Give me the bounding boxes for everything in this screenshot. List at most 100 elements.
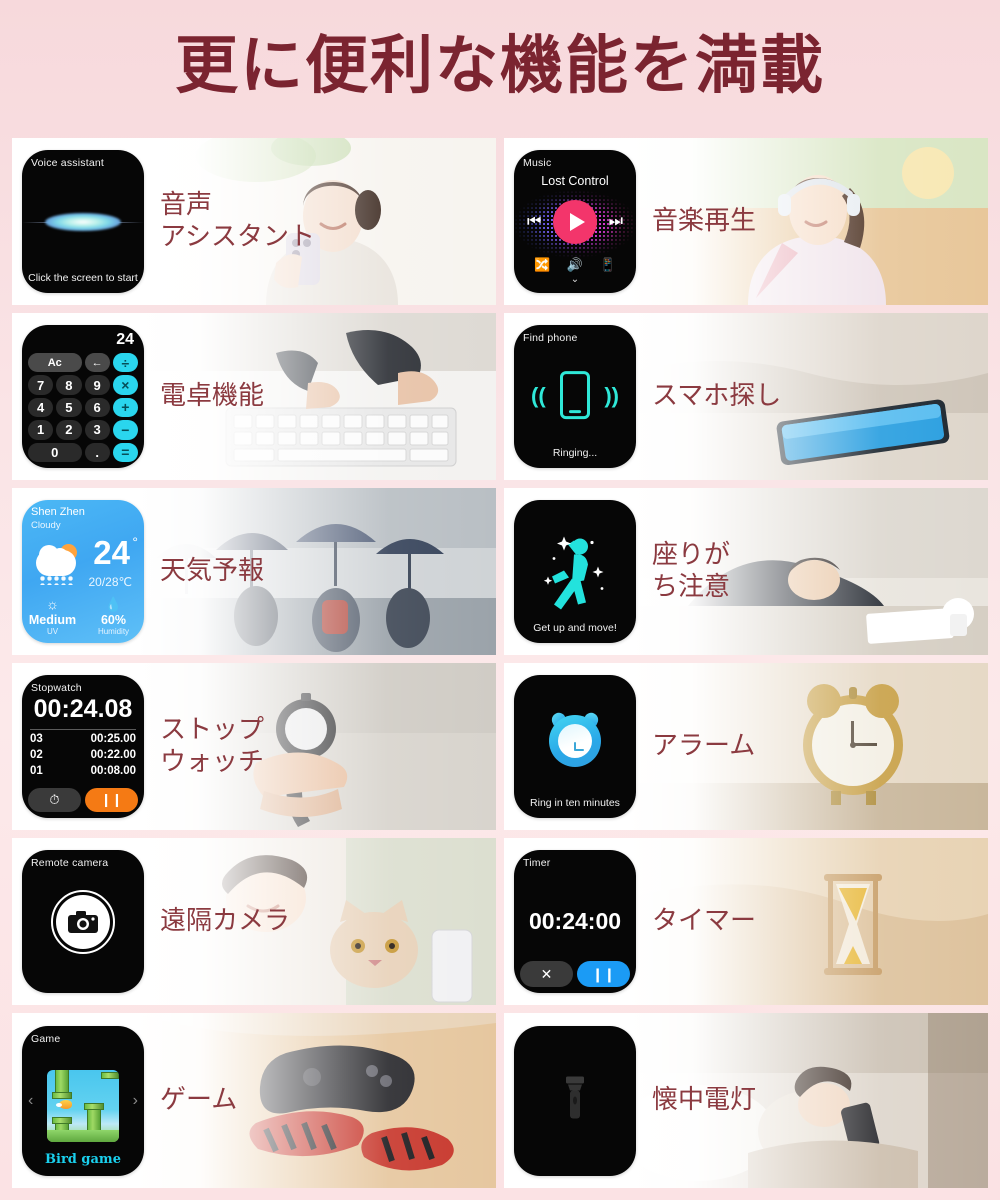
calc-key-0[interactable]: 0 xyxy=(28,442,82,462)
weather-city: Shen Zhen xyxy=(31,506,85,518)
screen-title: Voice assistant xyxy=(31,157,105,169)
next-game-icon[interactable]: › xyxy=(133,1092,138,1110)
uv-caption: UV xyxy=(46,627,59,636)
feature-grid: Voice assistant Click the screen to star… xyxy=(12,138,988,1196)
calc-key-decimal[interactable]: . xyxy=(84,442,110,462)
weather-temperature: 24 xyxy=(93,534,130,571)
feature-row: Game ‹ › Bird game ゲーム 懐中電灯 xyxy=(12,1013,988,1188)
lap-index: 03 xyxy=(30,733,43,745)
previous-game-icon[interactable]: ‹ xyxy=(28,1092,33,1110)
play-button[interactable] xyxy=(553,200,597,244)
bird-icon xyxy=(56,1099,72,1109)
voice-waveform-icon xyxy=(22,209,144,235)
feature-card-music[interactable]: Music Lost Control ⏮ ⏭ 🔀 🔊 📱 ⌄ 音楽再生 xyxy=(504,138,988,305)
screen-footer: Ring in ten minutes xyxy=(530,797,620,809)
music-track-title: Lost Control xyxy=(541,174,609,188)
calc-key-plus[interactable]: + xyxy=(112,397,138,418)
calc-key-6[interactable]: 6 xyxy=(84,397,110,418)
watch-screen-calculator[interactable]: 24 Ac ← ÷ 7 8 9 × 4 5 6 + 1 2 3 − 0 . = xyxy=(22,325,144,468)
watch-screen-music[interactable]: Music Lost Control ⏮ ⏭ 🔀 🔊 📱 ⌄ xyxy=(514,150,636,293)
flashlight-icon[interactable] xyxy=(562,1076,588,1125)
game-thumbnail[interactable] xyxy=(47,1069,119,1142)
screen-footer: Click the screen to start xyxy=(28,272,138,284)
calc-key-equals[interactable]: = xyxy=(112,442,138,462)
watch-screen-alarm[interactable]: Ring in ten minutes xyxy=(514,675,636,818)
calc-key-7[interactable]: 7 xyxy=(28,375,54,395)
feature-card-alarm[interactable]: Ring in ten minutes アラーム xyxy=(504,663,988,830)
calc-key-2[interactable]: 2 xyxy=(56,420,82,440)
screen-title: Music xyxy=(523,157,552,169)
previous-track-icon[interactable]: ⏮ xyxy=(527,213,541,231)
feature-card-find-phone[interactable]: Find phone (( )) Ringing... スマホ探し xyxy=(504,313,988,480)
feature-card-weather[interactable]: Shen Zhen Cloudy 24 ° 20/28℃ ☼ Medium UV xyxy=(12,488,496,655)
humidity-caption: Humidity xyxy=(97,627,130,636)
watch-screen-weather[interactable]: Shen Zhen Cloudy 24 ° 20/28℃ ☼ Medium UV xyxy=(22,500,144,643)
stopwatch-time: 00:24.08 xyxy=(33,695,133,723)
weather-range: 20/28℃ xyxy=(88,575,132,589)
stretching-person-icon xyxy=(540,531,610,618)
close-icon: ✕ xyxy=(540,965,553,982)
feature-label-music: 音楽再生 xyxy=(652,205,757,236)
feature-row: 24 Ac ← ÷ 7 8 9 × 4 5 6 + 1 2 3 − 0 . = … xyxy=(12,313,988,480)
pause-icon: ❙❙ xyxy=(591,965,616,982)
game-name: Bird game xyxy=(45,1151,121,1167)
phone-icon xyxy=(560,370,590,419)
screen-title: Remote camera xyxy=(31,857,109,869)
volume-icon[interactable]: 🔊 xyxy=(567,257,583,273)
next-track-icon[interactable]: ⏭ xyxy=(609,213,623,231)
feature-card-sedentary-reminder[interactable]: Get up and move! 座りが ち注意 xyxy=(504,488,988,655)
calc-key-ac[interactable]: Ac xyxy=(28,353,82,373)
feature-label-stopwatch: ストップ ウォッチ xyxy=(160,714,265,777)
screen-title: Find phone xyxy=(523,332,578,344)
calc-key-8[interactable]: 8 xyxy=(56,375,82,395)
calc-key-1[interactable]: 1 xyxy=(28,420,54,440)
watch-screen-voice-assistant[interactable]: Voice assistant Click the screen to star… xyxy=(22,150,144,293)
watch-screen-stopwatch[interactable]: Stopwatch 00:24.08 03 00:25.00 02 00:22.… xyxy=(22,675,144,818)
shuffle-icon[interactable]: 🔀 xyxy=(534,257,550,273)
feature-card-stopwatch[interactable]: Stopwatch 00:24.08 03 00:25.00 02 00:22.… xyxy=(12,663,496,830)
stopwatch-pause-button[interactable]: ❙❙ xyxy=(85,788,138,812)
feature-row: Shen Zhen Cloudy 24 ° 20/28℃ ☼ Medium UV xyxy=(12,488,988,655)
feature-card-game[interactable]: Game ‹ › Bird game ゲーム xyxy=(12,1013,496,1188)
feature-card-voice-assistant[interactable]: Voice assistant Click the screen to star… xyxy=(12,138,496,305)
stopwatch-lap-button[interactable]: ⏱ xyxy=(28,788,81,812)
screen-title: Stopwatch xyxy=(31,682,82,694)
feature-card-remote-camera[interactable]: Remote camera 遠隔カメラ xyxy=(12,838,496,1005)
calc-key-divide[interactable]: ÷ xyxy=(112,353,138,373)
timer-cancel-button[interactable]: ✕ xyxy=(520,961,573,987)
screen-footer: Ringing... xyxy=(552,447,598,459)
feature-label-flashlight: 懐中電灯 xyxy=(652,1084,757,1115)
calc-key-multiply[interactable]: × xyxy=(112,375,138,395)
weather-uv: ☼ Medium UV xyxy=(22,597,83,637)
timer-pause-button[interactable]: ❙❙ xyxy=(577,961,630,987)
feature-card-timer[interactable]: Timer 00:24:00 ✕ ❙❙ タイマー xyxy=(504,838,988,1005)
water-drop-icon: 💧 xyxy=(104,596,123,612)
calc-key-4[interactable]: 4 xyxy=(28,397,54,418)
watch-screen-sedentary[interactable]: Get up and move! xyxy=(514,500,636,643)
chevron-down-icon[interactable]: ⌄ xyxy=(514,274,636,285)
calc-key-minus[interactable]: − xyxy=(112,420,138,440)
phone-icon[interactable]: 📱 xyxy=(600,257,616,273)
watch-screen-game[interactable]: Game ‹ › Bird game xyxy=(22,1025,144,1176)
feature-row: Remote camera 遠隔カメラ Timer 00:24:00 ✕ ❙❙ … xyxy=(12,838,988,1005)
feature-card-flashlight[interactable]: 懐中電灯 xyxy=(504,1013,988,1188)
camera-icon[interactable] xyxy=(56,894,110,949)
calc-key-5[interactable]: 5 xyxy=(56,397,82,418)
feature-label-remote-camera: 遠隔カメラ xyxy=(160,905,291,936)
stopwatch-icon: ⏱ xyxy=(49,792,60,807)
weather-condition: Cloudy xyxy=(31,520,61,531)
calc-key-backspace[interactable]: ← xyxy=(84,353,110,373)
watch-screen-timer[interactable]: Timer 00:24:00 ✕ ❙❙ xyxy=(514,850,636,993)
humidity-value: 60% xyxy=(100,613,127,627)
weather-humidity: 💧 60% Humidity xyxy=(83,596,144,637)
feature-label-calculator: 電卓機能 xyxy=(160,380,265,411)
calc-key-3[interactable]: 3 xyxy=(84,420,110,440)
calc-key-9[interactable]: 9 xyxy=(84,375,110,395)
watch-screen-remote-camera[interactable]: Remote camera xyxy=(22,850,144,993)
lap-list: 03 00:25.00 02 00:22.00 01 00:08.00 xyxy=(30,733,136,781)
lap-time: 00:08.00 xyxy=(90,765,136,777)
watch-screen-find-phone[interactable]: Find phone (( )) Ringing... xyxy=(514,325,636,468)
lap-time: 00:25.00 xyxy=(90,733,136,745)
watch-screen-flashlight[interactable] xyxy=(514,1025,636,1176)
feature-card-calculator[interactable]: 24 Ac ← ÷ 7 8 9 × 4 5 6 + 1 2 3 − 0 . = … xyxy=(12,313,496,480)
